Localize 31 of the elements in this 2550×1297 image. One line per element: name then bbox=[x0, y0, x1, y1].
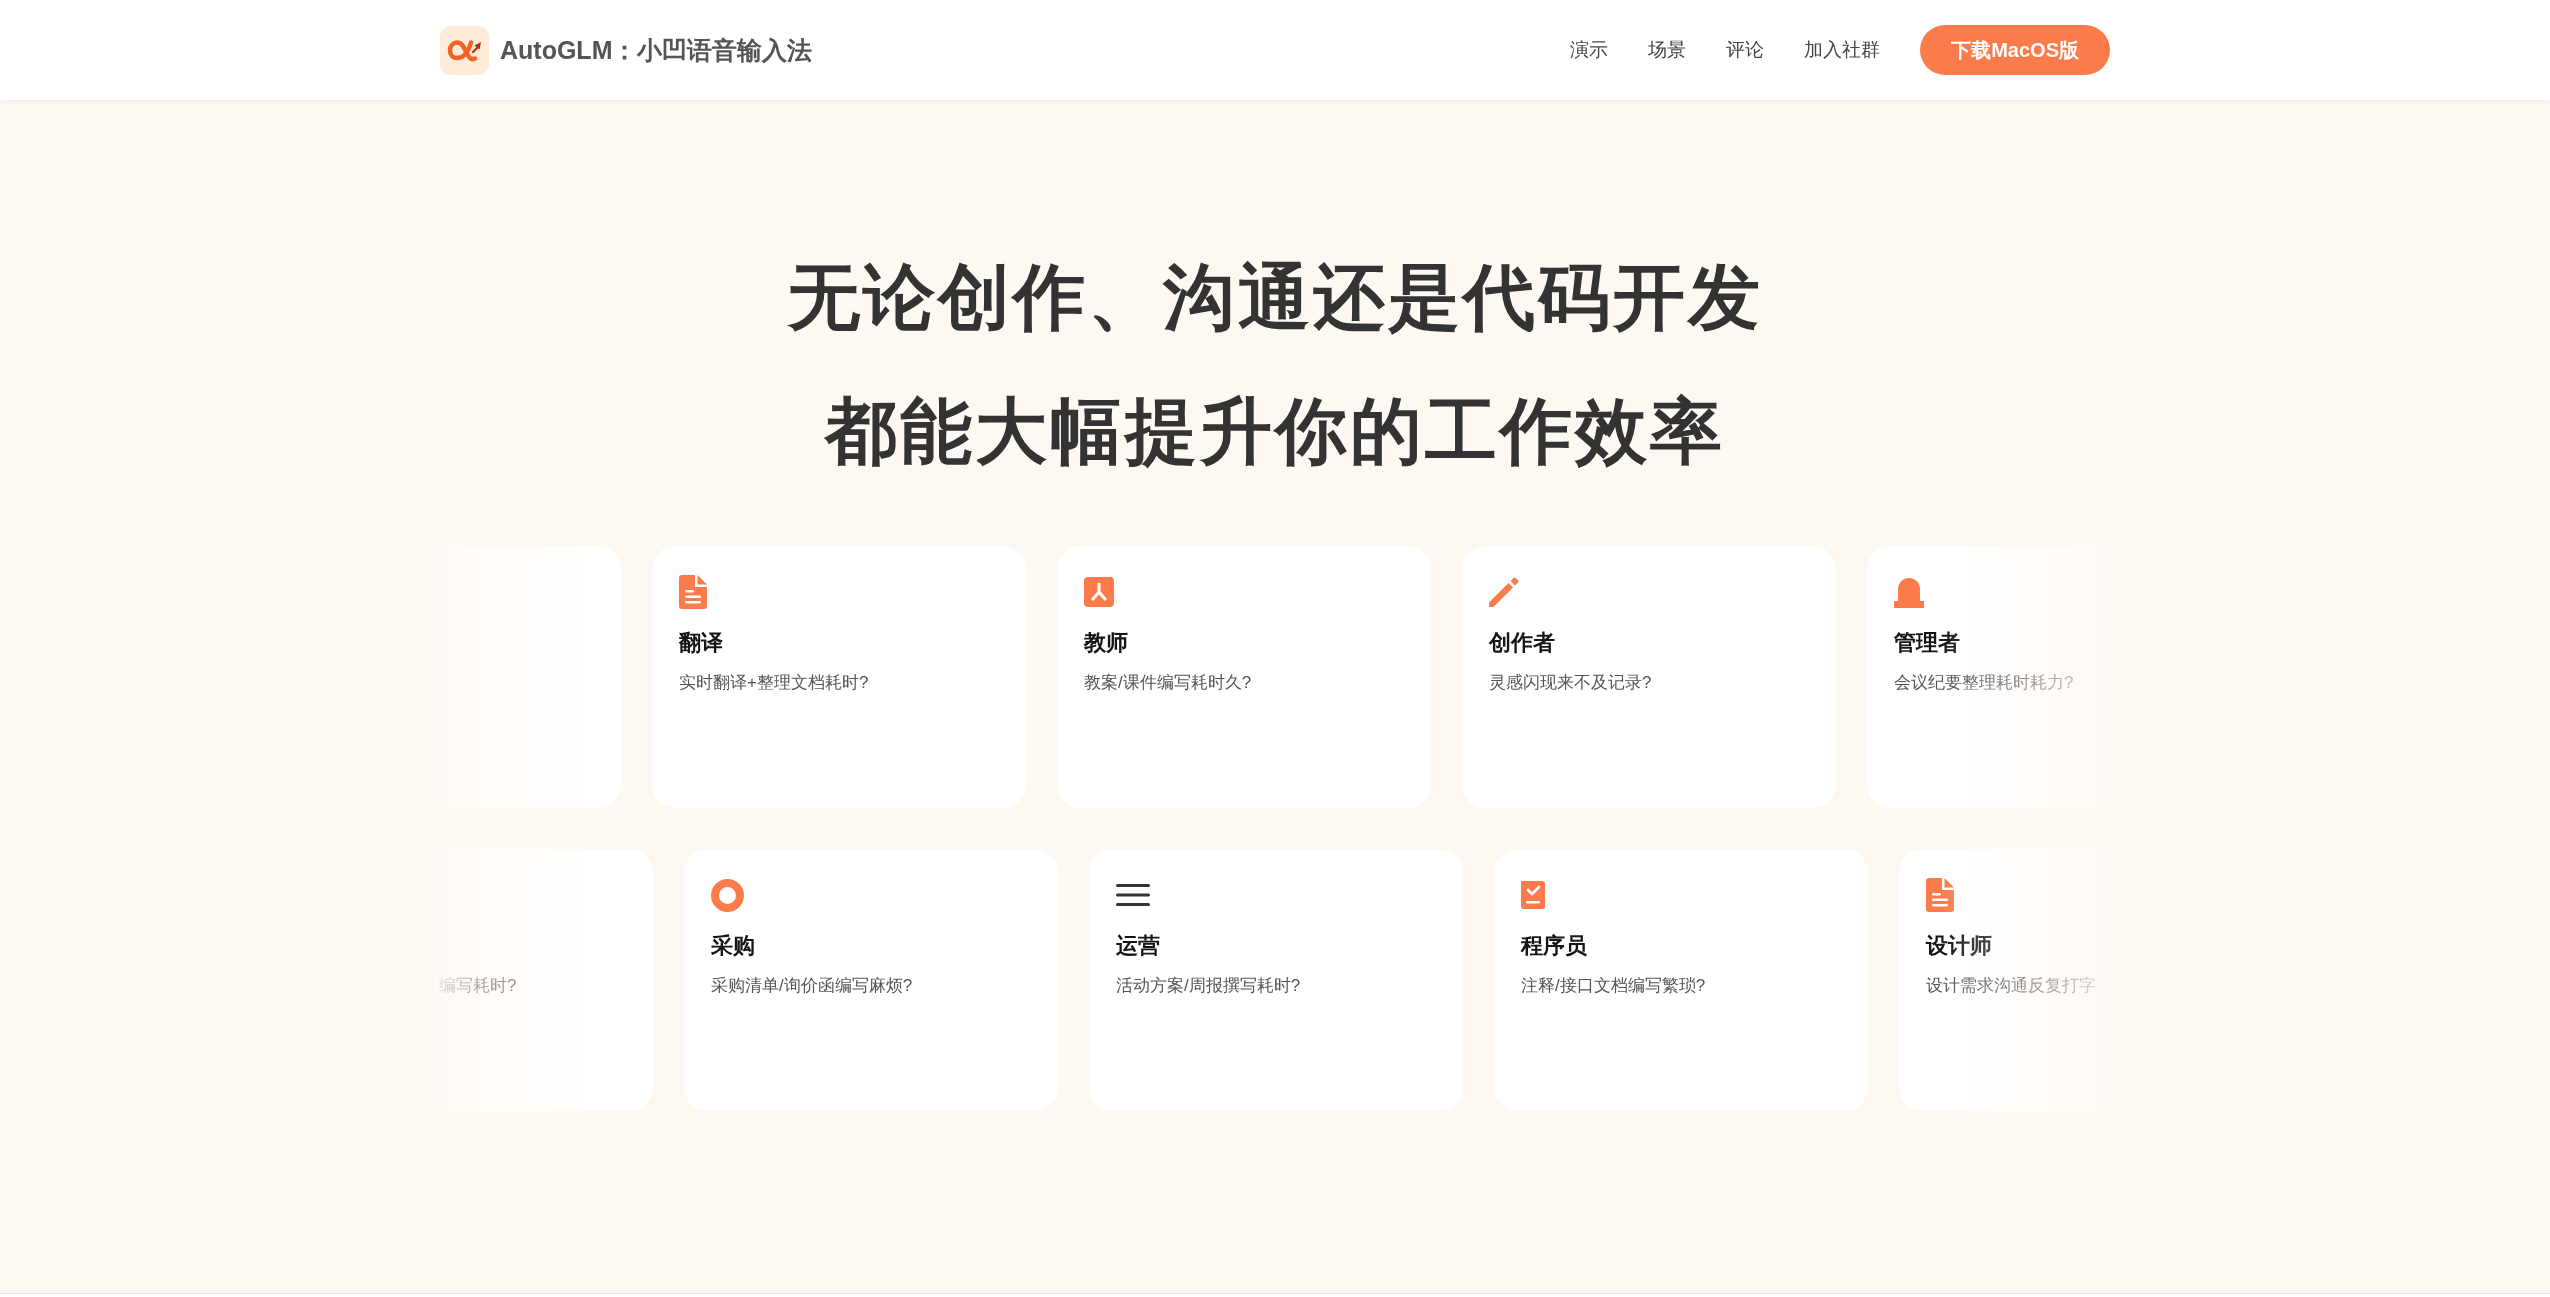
card-description: 灵感闪现来不及记录? bbox=[1489, 672, 1652, 694]
hero-heading-line: 都能大幅提升你的工作效率 bbox=[825, 390, 1725, 473]
card-title: 采购 bbox=[711, 932, 755, 960]
card-description: 会议纪要整理耗时耗力? bbox=[1894, 672, 2074, 694]
card-description: 注释/接口文档编写繁琐? bbox=[1521, 975, 1706, 997]
pencil-icon bbox=[1489, 577, 1519, 607]
card-title: 管理者 bbox=[1894, 629, 1960, 657]
document-icon bbox=[1926, 878, 1954, 912]
card-description: 教案/课件编写耗时久? bbox=[1084, 672, 1252, 694]
dome-icon bbox=[1894, 576, 1924, 608]
nav-link[interactable]: 场景 bbox=[1648, 37, 1687, 63]
hero-heading-line: 无论创作、沟通还是代码开发 bbox=[787, 256, 1763, 339]
nav-link[interactable]: 演示 bbox=[1570, 37, 1609, 63]
nav-link[interactable]: 加入社群 bbox=[1804, 37, 1881, 63]
card-title: 设计师 bbox=[1926, 932, 1992, 960]
card-description: 采购清单/询价函编写麻烦? bbox=[711, 975, 913, 997]
nav-link[interactable]: 评论 bbox=[1726, 37, 1765, 63]
card-title: 创作者 bbox=[1489, 629, 1555, 657]
card-title: 翻译 bbox=[679, 629, 723, 657]
logo-icon bbox=[440, 25, 489, 75]
card-title: 教师 bbox=[1084, 629, 1128, 657]
check-document-icon bbox=[1521, 881, 1545, 909]
card-title: 运营 bbox=[1116, 932, 1160, 960]
split-tile-icon bbox=[1084, 577, 1114, 607]
menu-icon bbox=[1116, 884, 1150, 906]
card-title: 程序员 bbox=[1521, 932, 1587, 960]
card-description: 实时翻译+整理文档耗时? bbox=[679, 672, 869, 694]
document-icon bbox=[679, 575, 707, 609]
brand-title: AutoGLM：小凹语音输入法 bbox=[500, 34, 813, 66]
ring-icon bbox=[711, 878, 744, 912]
card-description: 活动方案/周报撰写耗时? bbox=[1116, 975, 1301, 997]
